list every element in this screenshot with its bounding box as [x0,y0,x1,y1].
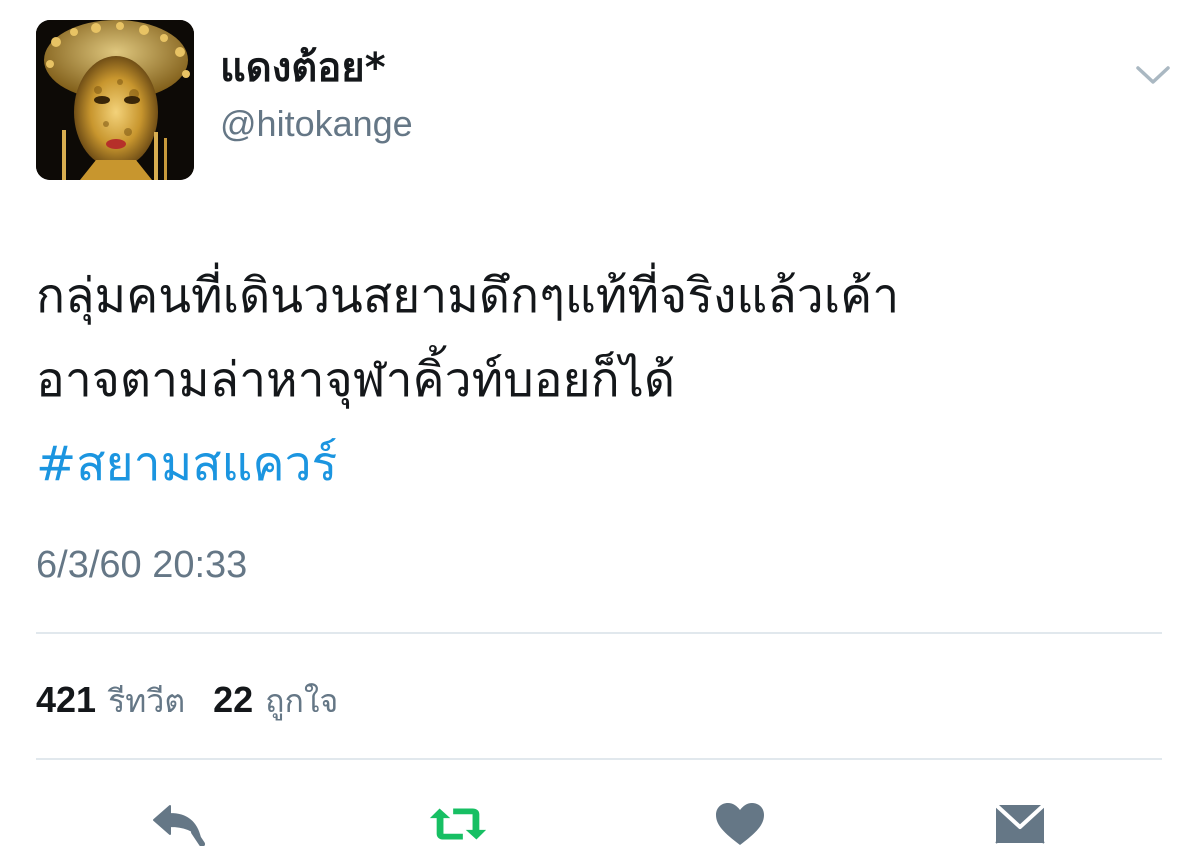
hashtag-link[interactable]: #สยามสแควร์ [36,436,337,492]
tweet-timestamp[interactable]: 6/3/60 20:33 [36,546,247,584]
avatar-image [36,20,194,180]
reply-button[interactable] [146,798,210,850]
reply-icon [153,805,205,846]
direct-message-button[interactable] [988,798,1052,850]
display-name[interactable]: แดงต้อย* [220,48,386,88]
avatar[interactable] [36,20,194,180]
retweet-stat[interactable]: 421 รีทวีต [36,676,213,727]
tweet-card: แดงต้อย* @hitokange กลุ่มคนที่เดินวนสยาม… [0,0,1200,858]
divider [36,758,1162,760]
tweet-text-line: อาจตามล่าหาจุฬาคิ้วท์บอยก็ได้ [36,352,676,408]
tweet-text-line: กลุ่มคนที่เดินวนสยามดึกๆแท้ที่จริงแล้วเค… [36,268,900,324]
chevron-down-icon[interactable] [1134,62,1172,90]
heart-icon [716,803,764,845]
like-stat[interactable]: 22 ถูกใจ [213,676,366,727]
like-button[interactable] [708,798,772,850]
tweet-text: กลุ่มคนที่เดินวนสยามดึกๆแท้ที่จริงแล้วเค… [36,254,1166,506]
divider [36,632,1162,634]
user-handle[interactable]: @hitokange [220,106,413,142]
retweet-label: รีทวีต [108,682,186,720]
envelope-icon [994,803,1046,844]
like-label: ถูกใจ [265,682,339,720]
retweet-icon [429,808,487,840]
tweet-stats: 421 รีทวีต 22 ถูกใจ [36,676,366,720]
retweet-button[interactable] [426,798,490,850]
like-count: 22 [213,679,254,720]
retweet-count: 421 [36,679,97,720]
